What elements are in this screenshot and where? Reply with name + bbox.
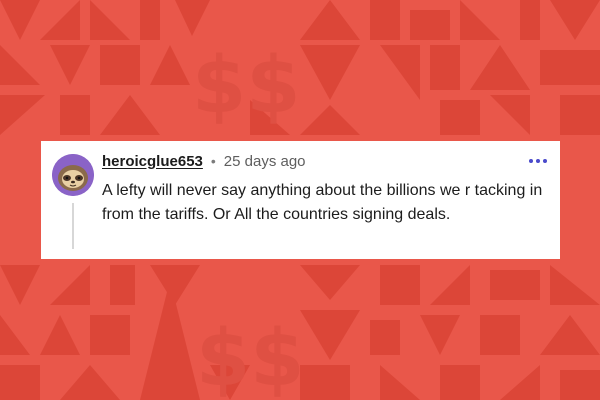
- comment-timestamp[interactable]: 25 days ago: [224, 153, 306, 170]
- username-link[interactable]: heroicglue653: [102, 153, 203, 170]
- comment-card: heroicglue653 • 25 days ago A lefty will…: [41, 141, 560, 259]
- more-dot: [543, 159, 547, 163]
- more-dot: [536, 159, 540, 163]
- svg-text:$$: $$: [196, 314, 305, 400]
- meta-separator: •: [210, 153, 216, 169]
- comment-meta: heroicglue653 • 25 days ago: [102, 150, 306, 172]
- more-dot: [529, 159, 533, 163]
- svg-text:$$: $$: [192, 41, 301, 131]
- more-options-icon[interactable]: [526, 151, 550, 171]
- thread-line[interactable]: [72, 203, 74, 249]
- sloth-avatar-icon[interactable]: [52, 154, 94, 196]
- comment-body: A lefty will never say anything about th…: [102, 182, 543, 223]
